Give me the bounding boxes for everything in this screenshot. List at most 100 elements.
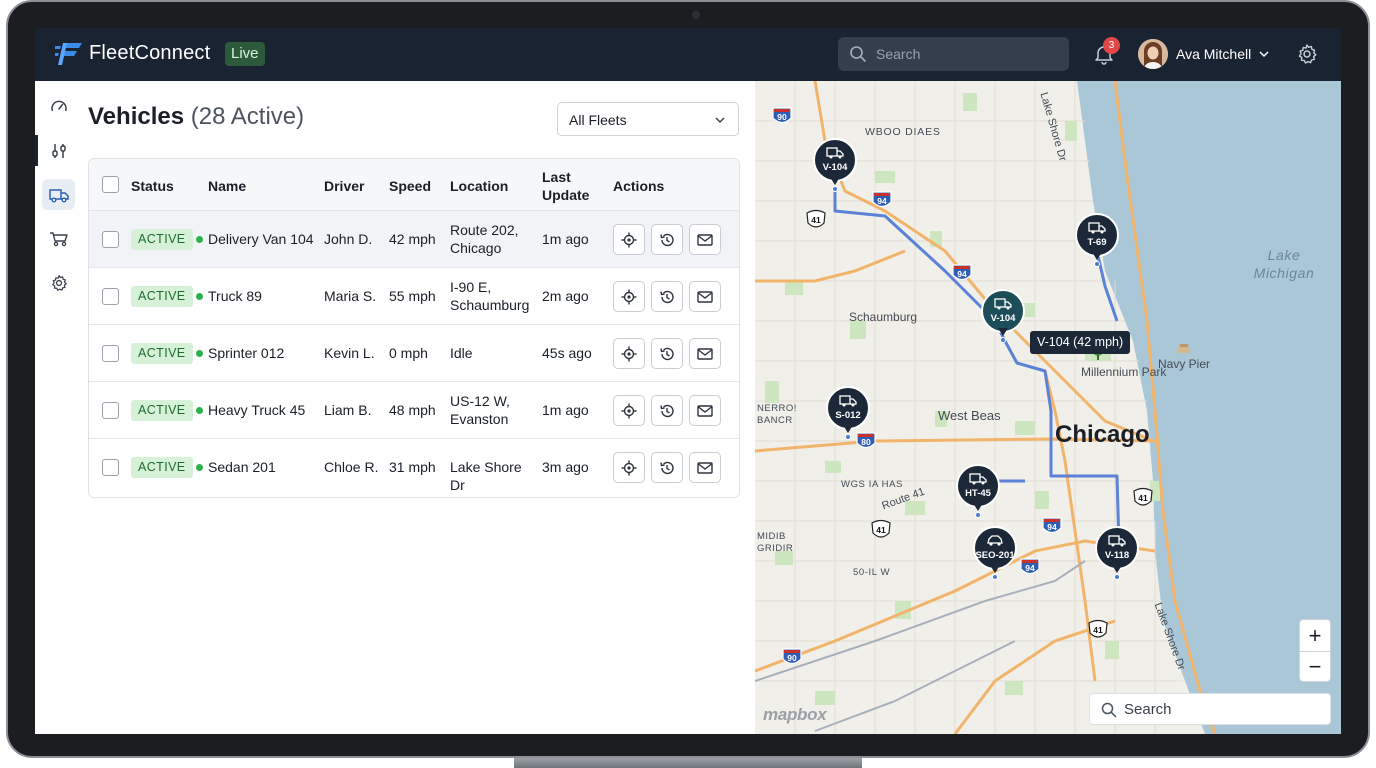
locate-button[interactable] bbox=[613, 224, 645, 255]
chevron-down-icon[interactable] bbox=[1258, 48, 1270, 60]
vehicle-name[interactable]: Heavy Truck 45 bbox=[208, 401, 305, 419]
app-logo-icon bbox=[55, 43, 82, 65]
zoom-out-button[interactable]: − bbox=[1300, 651, 1330, 682]
column-header-speed[interactable]: Speed bbox=[389, 178, 431, 194]
message-button[interactable] bbox=[689, 452, 721, 483]
vehicle-name[interactable]: Sprinter 012 bbox=[208, 344, 284, 362]
pin-label: V-104 bbox=[822, 162, 848, 173]
row-checkbox[interactable] bbox=[102, 231, 119, 248]
mapbox-attribution[interactable]: mapbox bbox=[763, 705, 827, 725]
message-button[interactable] bbox=[689, 224, 721, 255]
history-button[interactable] bbox=[651, 338, 683, 369]
locate-button[interactable] bbox=[613, 395, 645, 426]
online-dot bbox=[196, 464, 203, 471]
zoom-in-button[interactable]: + bbox=[1300, 620, 1330, 651]
table-row[interactable]: ACTIVE Truck 89 Maria S. 55 mph I-90 E, Schau… bbox=[89, 268, 739, 325]
vehicle-location: US-12 W, Evanston bbox=[450, 393, 510, 427]
sidebar-item-sensors[interactable] bbox=[42, 135, 75, 166]
column-header-last-update[interactable]: Last Update bbox=[542, 168, 602, 204]
svg-text:94: 94 bbox=[1025, 563, 1035, 573]
history-button[interactable] bbox=[651, 281, 683, 312]
avatar[interactable] bbox=[1138, 39, 1168, 69]
vehicle-pin-t-69[interactable]: T-69 bbox=[1075, 213, 1119, 267]
history-icon bbox=[660, 404, 674, 417]
column-header-name[interactable]: Name bbox=[208, 178, 246, 194]
sidebar-item-vehicles[interactable] bbox=[42, 179, 75, 210]
locate-button[interactable] bbox=[613, 338, 645, 369]
table-row[interactable]: ACTIVE Sedan 201 Chloe R. 31 mph Lake Shore … bbox=[89, 439, 739, 496]
column-header-location[interactable]: Location bbox=[450, 178, 508, 194]
mail-icon bbox=[697, 347, 713, 360]
avatar-image bbox=[1138, 39, 1168, 69]
highway-shield: 94 bbox=[1042, 517, 1062, 534]
highway-shield: 94 bbox=[1020, 558, 1040, 575]
vehicle-pin-v-104[interactable]: V-104 bbox=[813, 138, 857, 192]
history-button[interactable] bbox=[651, 395, 683, 426]
map-search-input[interactable] bbox=[1124, 694, 1314, 724]
highway-shield: 41 bbox=[806, 209, 826, 228]
gear-icon[interactable] bbox=[1296, 43, 1318, 65]
pin-label: V-118 bbox=[1104, 550, 1130, 561]
select-all-checkbox[interactable] bbox=[102, 176, 119, 193]
table-row[interactable]: ACTIVE Delivery Van 104 John D. 42 mph Route… bbox=[89, 211, 739, 268]
history-button[interactable] bbox=[651, 452, 683, 483]
message-button[interactable] bbox=[689, 338, 721, 369]
row-checkbox[interactable] bbox=[102, 345, 119, 362]
global-search-input[interactable] bbox=[876, 37, 1056, 71]
sidebar-item-settings[interactable] bbox=[42, 267, 75, 298]
fleet-map[interactable]: 90 94 41 94 80 41 94 94 41 90 41 WBOO DIAES Lake S… bbox=[755, 81, 1341, 734]
fleet-filter-select[interactable]: All Fleets bbox=[557, 102, 739, 136]
column-header-driver[interactable]: Driver bbox=[324, 178, 364, 194]
highway-shield: 94 bbox=[872, 191, 892, 208]
column-header-status[interactable]: Status bbox=[131, 178, 174, 194]
svg-text:94: 94 bbox=[1047, 522, 1057, 532]
map-search[interactable] bbox=[1089, 693, 1331, 725]
user-name[interactable]: Ava Mitchell bbox=[1176, 46, 1251, 62]
vehicle-pin-ht-45[interactable]: HT-45 bbox=[956, 464, 1000, 518]
table-row[interactable]: ACTIVE Sprinter 012 Kevin L. 0 mph Idle 45s a… bbox=[89, 325, 739, 382]
row-checkbox[interactable] bbox=[102, 402, 119, 419]
row-checkbox[interactable] bbox=[102, 459, 119, 476]
message-button[interactable] bbox=[689, 281, 721, 312]
message-button[interactable] bbox=[689, 395, 721, 426]
highway-shield: 94 bbox=[952, 264, 972, 281]
van-icon bbox=[969, 473, 987, 485]
car-icon bbox=[987, 535, 1003, 546]
row-checkbox[interactable] bbox=[102, 288, 119, 305]
history-button[interactable] bbox=[651, 224, 683, 255]
svg-text:41: 41 bbox=[876, 525, 886, 535]
vehicle-location: I-90 E, Schaumburg bbox=[450, 279, 530, 313]
vehicle-name[interactable]: Truck 89 bbox=[208, 287, 262, 305]
global-search[interactable] bbox=[838, 37, 1069, 71]
last-update: 1m ago bbox=[542, 402, 589, 418]
vehicle-tooltip: V-104 (42 mph) bbox=[1030, 331, 1131, 354]
vehicle-speed: 48 mph bbox=[389, 402, 436, 418]
vehicle-pin-v-104[interactable]: V-104 bbox=[981, 289, 1025, 343]
sidebar-item-routes[interactable] bbox=[42, 223, 75, 254]
map-label-wboo: WBOO DIAES bbox=[865, 126, 941, 138]
vehicle-name[interactable]: Delivery Van 104 bbox=[208, 230, 314, 248]
locate-button[interactable] bbox=[613, 452, 645, 483]
highway-shield: 41 bbox=[1088, 619, 1108, 638]
search-icon bbox=[1101, 702, 1117, 718]
vehicle-speed: 31 mph bbox=[389, 459, 436, 475]
mail-icon bbox=[697, 404, 713, 417]
vehicle-pin-v-118[interactable]: V-118 bbox=[1095, 526, 1139, 580]
cart-icon bbox=[49, 231, 68, 246]
active-count: (28 Active) bbox=[190, 103, 305, 130]
highway-shield: 41 bbox=[1133, 487, 1153, 506]
vehicle-speed: 55 mph bbox=[389, 288, 436, 304]
vehicle-pin-s-012[interactable]: S-012 bbox=[826, 386, 870, 440]
table-row[interactable]: ACTIVE Heavy Truck 45 Liam B. 48 mph US-12 W… bbox=[89, 382, 739, 439]
vehicle-pin-seo-201[interactable]: SEO-201 bbox=[973, 526, 1017, 580]
svg-text:80: 80 bbox=[861, 437, 871, 447]
top-bar: FleetConnect Live 3 Ava Mitchell bbox=[35, 28, 1341, 81]
sidebar-item-dashboard[interactable] bbox=[42, 91, 75, 122]
vehicles-table: Status Name Driver Speed Location Last U… bbox=[88, 158, 740, 498]
status-badge: ACTIVE bbox=[131, 457, 193, 478]
locate-icon bbox=[621, 232, 637, 247]
vehicle-name[interactable]: Sedan 201 bbox=[208, 458, 276, 476]
truck-icon bbox=[48, 188, 69, 202]
locate-button[interactable] bbox=[613, 281, 645, 312]
vehicles-panel: Vehicles (28 Active) All Fleets Status N… bbox=[81, 81, 755, 734]
